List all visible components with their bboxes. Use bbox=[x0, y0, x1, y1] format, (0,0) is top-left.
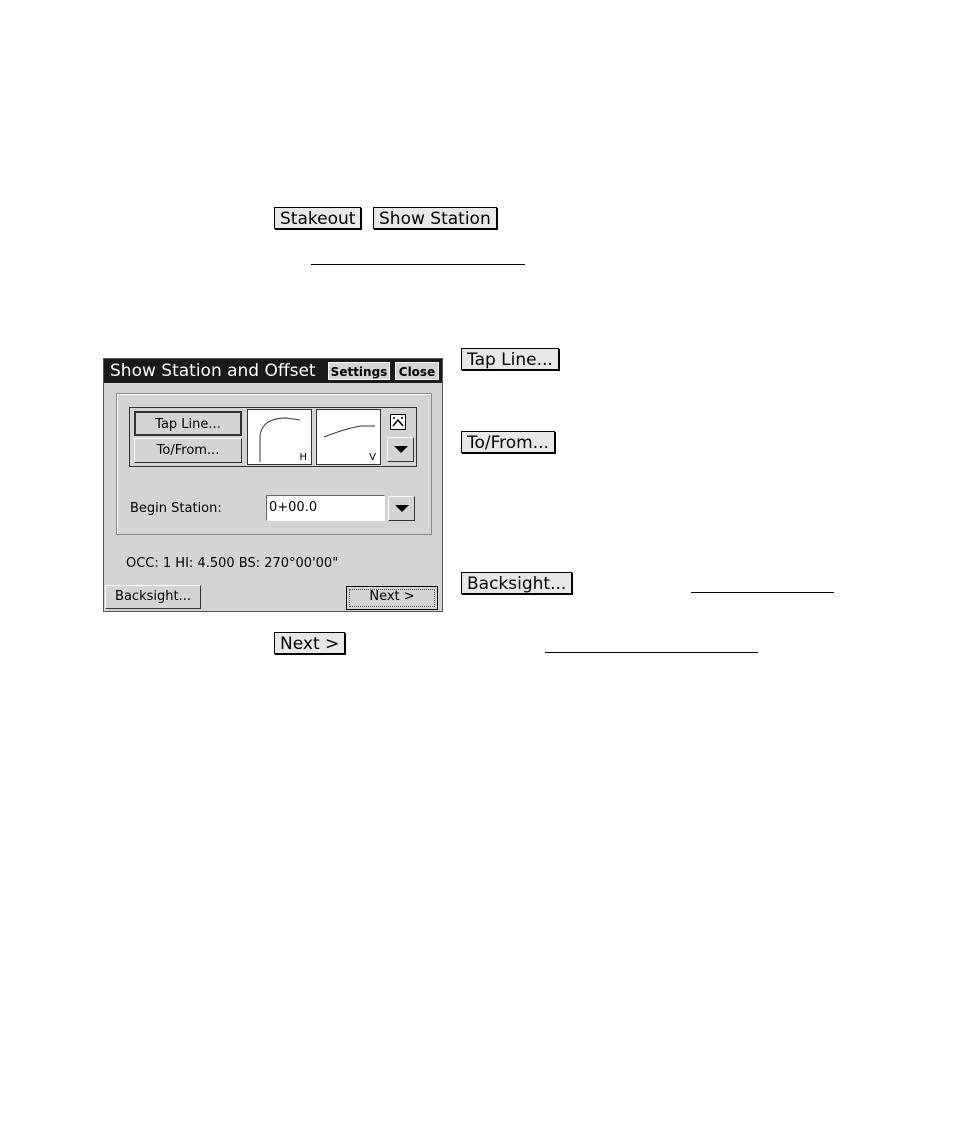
begin-station-label: Begin Station: bbox=[130, 501, 222, 516]
begin-station-input[interactable]: 0+00.0 bbox=[266, 495, 385, 521]
close-button[interactable]: Close bbox=[395, 362, 439, 380]
vertical-alignment-preview[interactable]: V bbox=[316, 409, 381, 465]
next-button-ref: Next > bbox=[274, 632, 346, 654]
line-selection-panel: Tap Line... To/From... H V bbox=[129, 407, 417, 467]
line-group: Tap Line... To/From... H V Begin Station… bbox=[116, 393, 432, 535]
to-from-button[interactable]: To/From... bbox=[134, 438, 242, 463]
link-underline[interactable] bbox=[311, 264, 525, 265]
preview-v-label: V bbox=[369, 452, 376, 463]
dialog-title-bar: Show Station and Offset Settings Close bbox=[104, 359, 442, 383]
show-station-offset-dialog: Show Station and Offset Settings Close T… bbox=[103, 358, 443, 612]
dialog-title: Show Station and Offset bbox=[110, 361, 316, 381]
tap-line-button[interactable]: Tap Line... bbox=[134, 411, 242, 436]
horizontal-alignment-preview[interactable]: H bbox=[247, 409, 312, 465]
backsight-button[interactable]: Backsight... bbox=[105, 585, 201, 609]
next-button-label: Next > bbox=[369, 589, 415, 604]
map-view-icon[interactable] bbox=[390, 414, 406, 430]
backsight-button-ref: Backsight... bbox=[461, 572, 573, 594]
backsight-button-label: Backsight... bbox=[115, 589, 191, 604]
status-text: OCC: 1 HI: 4.500 BS: 270°00'00" bbox=[126, 556, 339, 571]
next-button[interactable]: Next > bbox=[346, 586, 438, 610]
to-from-button-ref: To/From... bbox=[461, 431, 555, 453]
line-dropdown-button[interactable] bbox=[387, 437, 414, 462]
link-underline[interactable] bbox=[691, 592, 834, 593]
stakeout-button-ref: Stakeout bbox=[274, 207, 362, 229]
tap-line-button-ref: Tap Line... bbox=[461, 348, 559, 370]
begin-station-dropdown-button[interactable] bbox=[388, 496, 415, 521]
link-underline[interactable] bbox=[545, 652, 758, 653]
settings-button[interactable]: Settings bbox=[328, 362, 390, 380]
show-station-button-ref: Show Station bbox=[373, 207, 497, 229]
preview-h-label: H bbox=[299, 452, 307, 463]
